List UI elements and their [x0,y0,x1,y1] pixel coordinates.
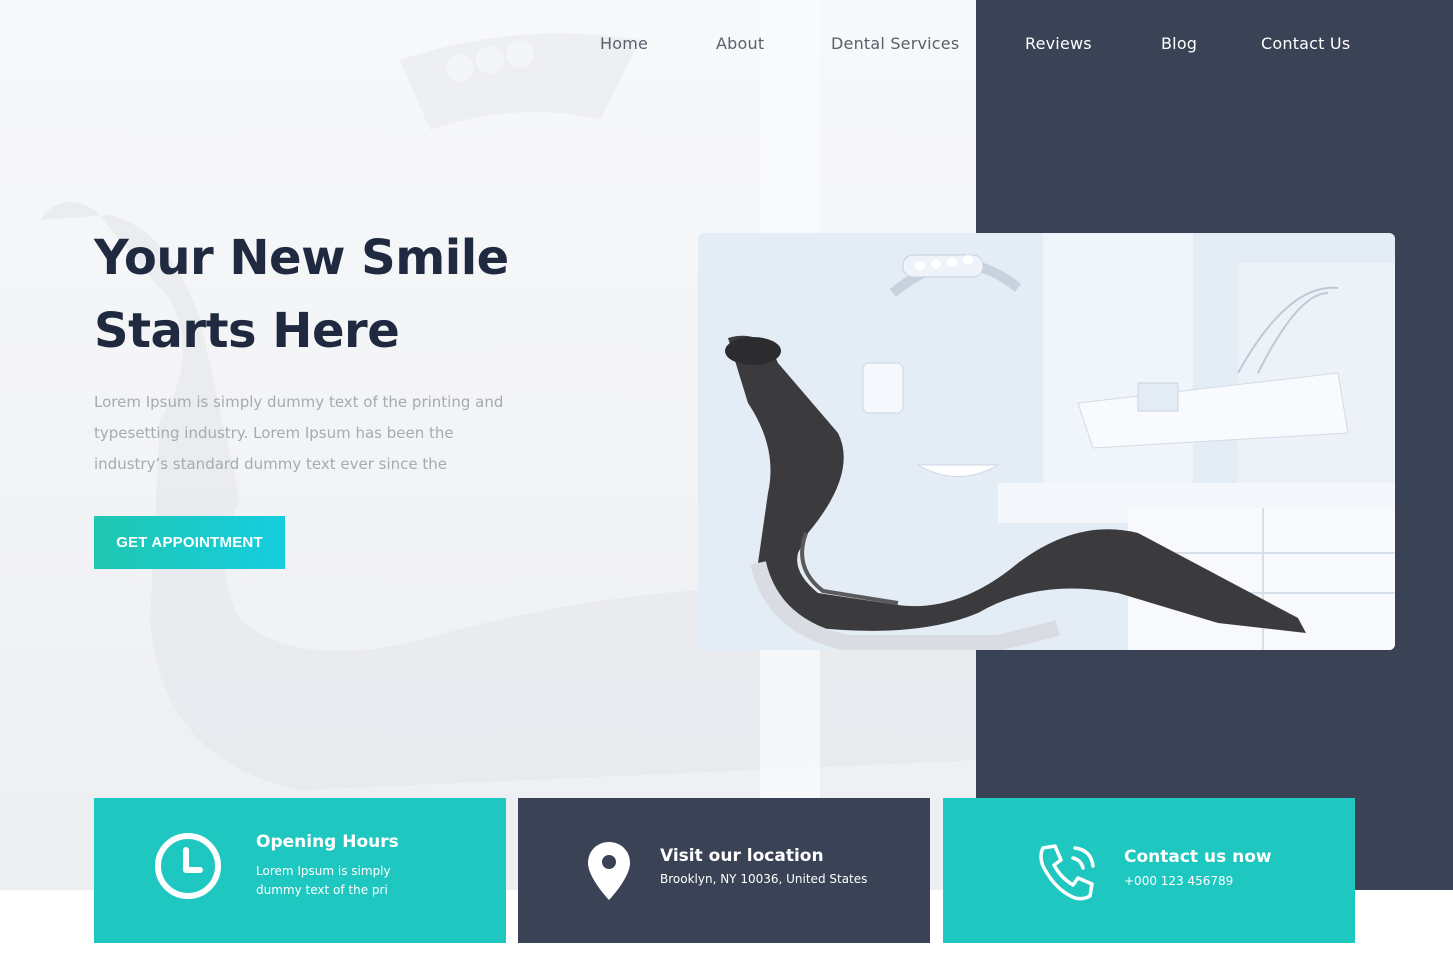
dental-chair-photo [698,233,1395,650]
nav-blog[interactable]: Blog [1161,34,1197,53]
nav-dental-services[interactable]: Dental Services [831,34,959,53]
clock-icon [155,833,221,899]
nav-reviews[interactable]: Reviews [1025,34,1092,53]
nav-home[interactable]: Home [600,34,648,53]
hero-title-line-1: Your New Smile [94,230,509,286]
contact-phone[interactable]: +000 123 456789 [1124,872,1233,891]
location-address: Brooklyn, NY 10036, United States [660,872,868,886]
contact-card: Contact us now +000 123 456789 [943,798,1355,943]
hero-description: Lorem Ipsum is simply dummy text of the … [94,393,504,473]
main-navigation: Home About Dental Services Reviews Blog … [0,34,1453,58]
location-title: Visit our location [660,846,824,866]
location-card: Visit our location Brooklyn, NY 10036, U… [518,798,930,943]
location-pin-icon [588,842,630,900]
opening-hours-title: Opening Hours [256,832,399,852]
phone-icon [1039,844,1095,901]
hero-title-line-2: Starts Here [94,303,400,359]
nav-contact-us[interactable]: Contact Us [1261,34,1350,53]
contact-title: Contact us now [1124,847,1272,867]
opening-hours-card: Opening Hours Lorem Ipsum is simply dumm… [94,798,506,943]
nav-about[interactable]: About [716,34,764,53]
get-appointment-button[interactable]: GET APPOINTMENT [94,516,285,569]
opening-hours-text: Lorem Ipsum is simply dummy text of the … [256,864,391,897]
hero-title: Your New Smile Starts Here [94,222,614,368]
dental-office-image [698,233,1395,650]
